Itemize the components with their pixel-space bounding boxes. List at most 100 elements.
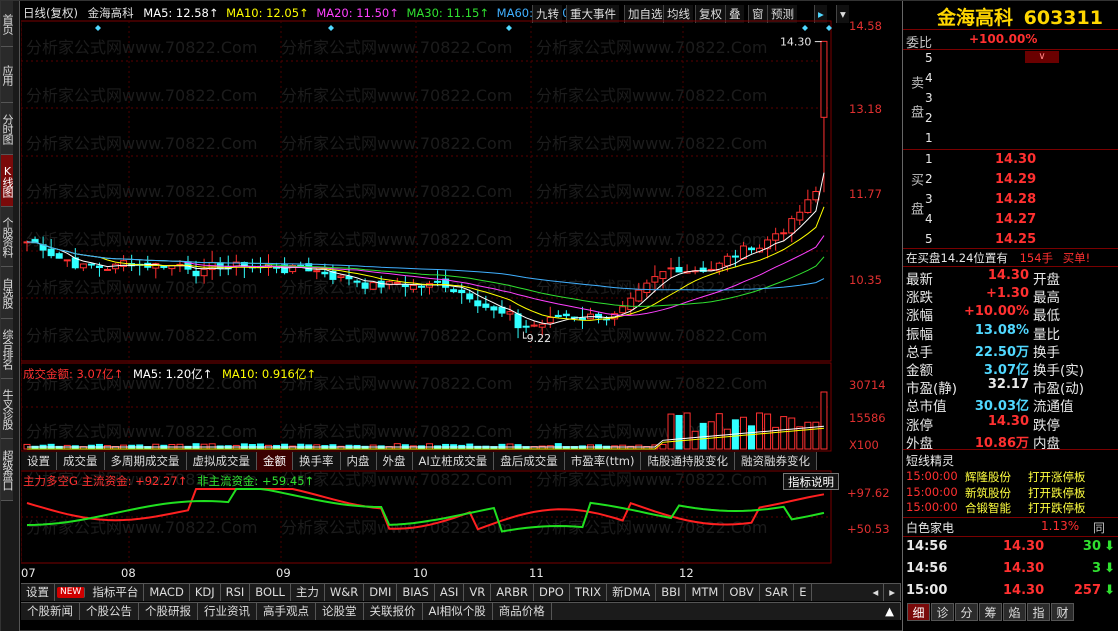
volume-tab[interactable]: 金额 (257, 452, 293, 470)
svg-text:分析家公式网www.70822.Com: 分析家公式网www.70822.Com (281, 182, 512, 201)
indicator-tab[interactable]: MTM (686, 584, 725, 601)
candle-body (95, 265, 103, 268)
indicator-tab[interactable]: W&R (325, 584, 365, 601)
svg-text:分析家公式网www.70822.Com: 分析家公式网www.70822.Com (26, 518, 257, 537)
right-panel-tabs: 细诊分筹焰指财 (907, 603, 1075, 621)
candle-body (506, 311, 514, 315)
indicator-help-button[interactable]: 指标说明 (783, 473, 839, 490)
indicator-tab[interactable]: E (794, 584, 813, 601)
price-axis-label: 11.77 (849, 187, 882, 201)
buy-price: 14.30 (995, 152, 1037, 167)
volume-tab[interactable]: 内盘 (340, 452, 377, 470)
left-nav-item[interactable]: 综合排名 (1, 319, 14, 379)
right-tab[interactable]: 分 (955, 603, 978, 621)
volume-tab[interactable]: AI立桩成交量 (412, 452, 495, 470)
volume-tab[interactable]: 市盈率(ttm) (564, 452, 642, 470)
svg-text:分析家公式网www.70822.Com: 分析家公式网www.70822.Com (281, 326, 512, 345)
volume-tab[interactable]: 多周期成交量 (104, 452, 187, 470)
volume-tab[interactable]: 换手率 (293, 452, 341, 470)
right-tab[interactable]: 细 (907, 603, 930, 621)
news-tab[interactable]: 高手观点 (257, 603, 316, 620)
indicator-tab[interactable]: TRIX (570, 584, 608, 601)
jingling-time: 15:00:00 (906, 484, 958, 499)
news-tab[interactable]: 论股堂 (316, 603, 364, 620)
candle-body (522, 325, 530, 328)
right-tab[interactable]: 筹 (979, 603, 1002, 621)
indicator-tab[interactable]: KDJ (190, 584, 221, 601)
news-tab[interactable]: 关联报价 (364, 603, 423, 620)
volume-bar (804, 421, 812, 450)
candle-body (369, 282, 377, 290)
stat-label: 市盈(静) (906, 381, 958, 398)
volume-tab[interactable]: 成交量 (57, 452, 105, 470)
volume-tab[interactable]: 设置 (21, 452, 57, 470)
sell-level: 1 (925, 131, 933, 145)
left-nav-item[interactable]: 牛叉诊股 (1, 379, 14, 439)
news-tab[interactable]: 行业资讯 (198, 603, 257, 620)
svg-text:分析家公式网www.70822.Com: 分析家公式网www.70822.Com (281, 38, 512, 57)
news-tab[interactable]: AI相似个股 (423, 603, 493, 620)
buy-level: 4 (925, 212, 933, 226)
volume-tab[interactable]: 外盘 (376, 452, 413, 470)
indicator-tab[interactable]: 指标平台 (87, 584, 145, 601)
jingling-stock[interactable]: 合锻智能 (965, 500, 1011, 516)
indicator-tab[interactable]: DMI (364, 584, 398, 601)
svg-text:分析家公式网www.70822.Com: 分析家公式网www.70822.Com (26, 38, 257, 57)
indicator-tab[interactable]: BBI (656, 584, 687, 601)
jingling-stock[interactable]: 新筑股份 (965, 485, 1011, 501)
right-tab[interactable]: 财 (1051, 603, 1074, 621)
news-tab[interactable]: 个股新闻 (21, 603, 80, 620)
kline-chart-area[interactable]: 日线(复权) 金海高科 MA5: 12.58↑ MA10: 12.05↑ MA2… (21, 1, 901, 581)
collapse-icon[interactable]: ∨ (1025, 51, 1059, 63)
indicator-tab[interactable]: ARBR (491, 584, 534, 601)
kline-svg[interactable]: 分析家公式网www.70822.Com 分析家公式网www.70822.Com 分析… (21, 1, 901, 581)
expand-up-icon[interactable]: ▲ (879, 603, 901, 620)
news-tab[interactable]: 商品价格 (493, 603, 552, 620)
indicator-tab[interactable]: 主力 (291, 584, 325, 601)
volume-bar (393, 443, 401, 450)
volume-tab[interactable]: 陆股通持股变化 (641, 452, 735, 470)
indicator-tab[interactable]: ASI (435, 584, 465, 601)
left-nav-item[interactable]: 自选股 (1, 267, 14, 319)
news-tab[interactable]: 个股公告 (80, 603, 139, 620)
indicator-tab[interactable]: VR (464, 584, 492, 601)
right-tab[interactable]: 指 (1027, 603, 1050, 621)
left-nav-item[interactable]: 首页 (1, 1, 14, 47)
right-tab[interactable]: 焰 (1003, 603, 1026, 621)
indicator-tab[interactable]: DPO (534, 584, 570, 601)
volume-tab[interactable]: 融资融券变化 (734, 452, 817, 470)
left-nav-item[interactable]: 超级盘口 (1, 439, 14, 501)
left-nav-item[interactable]: 个股资料 (1, 207, 14, 267)
quote-panel: 金海高科 603311 委比 +100.00% ∨ 卖盘 54321 买盘 11… (902, 1, 1118, 631)
scroll-right-icon[interactable]: ▸ (884, 584, 901, 601)
scroll-left-icon[interactable]: ◂ (867, 584, 885, 601)
candle-body (538, 323, 546, 328)
volume-tab[interactable]: 虚拟成交量 (186, 452, 257, 470)
industry-more[interactable]: 同 (1093, 519, 1105, 536)
left-nav-item[interactable]: 应用 (1, 47, 14, 103)
jingling-title[interactable]: 短线精灵 (906, 452, 954, 469)
right-tab[interactable]: 诊 (931, 603, 954, 621)
indicator-tab[interactable]: 设置 (21, 584, 55, 601)
buy-level: 2 (925, 172, 933, 186)
left-nav: 首页 应用 分时图 K线图 个股资料 自选股 综合排名 牛叉诊股 超级盘口 (1, 1, 20, 631)
indicator-tab[interactable]: OBV (724, 584, 760, 601)
indicator-tab[interactable]: 新DMA (607, 584, 657, 601)
candle-body (482, 303, 490, 308)
svg-text:分析家公式网www.70822.Com: 分析家公式网www.70822.Com (26, 230, 257, 249)
jingling-stock[interactable]: 辉隆股份 (965, 469, 1011, 485)
industry-name[interactable]: 白色家电 (906, 519, 954, 536)
indicator-tab[interactable]: BIAS (397, 584, 435, 601)
volume-tab[interactable]: 盘后成交量 (494, 452, 565, 470)
left-nav-item[interactable]: K线图 (1, 155, 14, 207)
left-nav-item[interactable]: 分时图 (1, 103, 14, 155)
volume-indicator-tabs: 设置 成交量 多周期成交量 虚拟成交量 金额 换手率 内盘 外盘 AI立桩成交量 盘后成交量 市盈率… (21, 452, 817, 470)
candle-body (651, 276, 659, 283)
stat-label: 金额 (906, 363, 933, 379)
news-tab[interactable]: 个股研报 (139, 603, 198, 620)
indicator-tab[interactable]: SAR (760, 584, 795, 601)
indicator-tab[interactable]: MACD (144, 584, 190, 601)
stat-label: 振幅 (906, 326, 933, 343)
indicator-tab[interactable]: RSI (221, 584, 251, 601)
indicator-tab[interactable]: BOLL (250, 584, 291, 601)
